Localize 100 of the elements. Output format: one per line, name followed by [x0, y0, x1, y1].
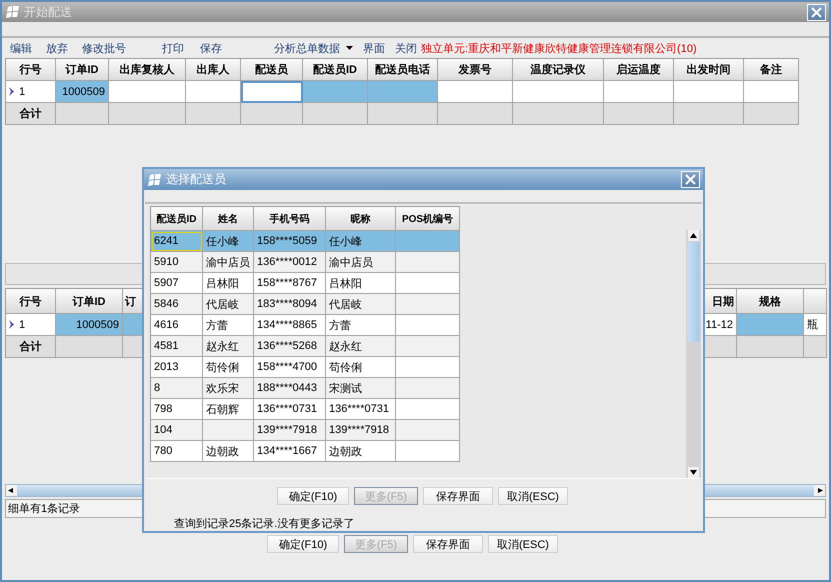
toolbar-button[interactable]: 分析总单数据 [274, 40, 353, 56]
table-cell[interactable] [396, 420, 460, 441]
table-cell[interactable] [396, 378, 460, 399]
dialog-button[interactable]: 确定(F10) [267, 535, 339, 553]
table-cell[interactable]: 苟伶俐 [203, 357, 254, 378]
table-cell[interactable] [203, 420, 254, 441]
table-cell[interactable] [396, 231, 460, 252]
table-cell[interactable] [396, 399, 460, 420]
column-header[interactable]: 昵称 [326, 207, 396, 231]
toolbar-button[interactable]: 界面 [363, 40, 385, 56]
table-cell[interactable]: 边朝政 [326, 441, 396, 462]
table-cell[interactable]: 136****0012 [254, 252, 326, 273]
toolbar-button[interactable]: 打印 [162, 40, 184, 56]
table-cell[interactable]: 4616 [151, 315, 203, 336]
table-cell[interactable]: 任小峰 [326, 231, 396, 252]
toolbar-button[interactable]: 放弃 [46, 40, 68, 56]
table-cell[interactable]: 宋测试 [326, 378, 396, 399]
dialog-button[interactable]: 确定(F10) [277, 487, 349, 505]
table-cell[interactable]: 8 [151, 378, 203, 399]
table-cell[interactable] [396, 273, 460, 294]
dialog-button[interactable]: 取消(ESC) [498, 487, 568, 505]
table-cell[interactable]: 158****4700 [254, 357, 326, 378]
column-header[interactable]: 手机号码 [254, 207, 326, 231]
column-header[interactable]: 发票号 [438, 59, 513, 81]
table-cell[interactable]: 吕林阳 [326, 273, 396, 294]
table-cell[interactable]: 2013 [151, 357, 203, 378]
notice-text: 独立单元:重庆和平新健康欣特健康管理连锁有限公司(10) [421, 42, 697, 56]
dialog-button[interactable]: 取消(ESC) [488, 535, 558, 553]
table-cell[interactable]: 158****8767 [254, 273, 326, 294]
column-header[interactable]: POS机编号 [396, 207, 460, 231]
dialog-button[interactable]: 保存界面 [423, 487, 493, 505]
table-cell[interactable]: 5846 [151, 294, 203, 315]
table-cell[interactable]: 139****7918 [326, 420, 396, 441]
table-cell[interactable]: 赵永红 [203, 336, 254, 357]
table-cell[interactable]: 任小峰 [203, 231, 254, 252]
table-cell[interactable] [396, 357, 460, 378]
table-cell[interactable]: 798 [151, 399, 203, 420]
table-cell[interactable]: 136****5268 [254, 336, 326, 357]
table-cell[interactable]: 136****0731 [326, 399, 396, 420]
table-cell[interactable]: 边朝政 [203, 441, 254, 462]
vertical-scrollbar[interactable] [686, 230, 701, 478]
table-cell [804, 336, 827, 358]
column-header[interactable]: 启运温度 [604, 59, 674, 81]
table-cell[interactable]: 134****8865 [254, 315, 326, 336]
table-cell[interactable]: 158****5059 [254, 231, 326, 252]
table-cell[interactable]: 石朝辉 [203, 399, 254, 420]
close-button[interactable] [681, 171, 700, 188]
table-cell[interactable]: 方蕾 [203, 315, 254, 336]
column-header[interactable]: 行号 [6, 59, 56, 81]
table-cell[interactable]: 183****8094 [254, 294, 326, 315]
column-header[interactable]: 行号 [6, 289, 56, 314]
table-cell[interactable]: 4581 [151, 336, 203, 357]
toolbar-button[interactable]: 关闭 [395, 40, 417, 56]
table-cell[interactable]: 渝中店员 [326, 252, 396, 273]
table-cell[interactable] [396, 441, 460, 462]
toolbar-button[interactable]: 修改批号 [82, 40, 126, 56]
table-cell[interactable]: 代居岐 [326, 294, 396, 315]
column-header[interactable]: 配送员ID [151, 207, 203, 231]
column-header[interactable]: 规格 [737, 289, 804, 314]
table-cell[interactable]: 188****0443 [254, 378, 326, 399]
column-header[interactable]: 订单ID [56, 59, 109, 81]
table-cell[interactable]: 5907 [151, 273, 203, 294]
toolbar-button[interactable]: 编辑 [10, 40, 32, 56]
table-cell[interactable]: 6241 [151, 231, 203, 252]
scroll-left-icon[interactable] [8, 488, 15, 493]
scroll-right-icon[interactable] [816, 488, 823, 493]
toolbar-button[interactable]: 保存 [200, 40, 222, 56]
scroll-up-icon[interactable] [690, 233, 697, 238]
table-cell[interactable]: 134****1667 [254, 441, 326, 462]
table-cell[interactable]: 欢乐宋 [203, 378, 254, 399]
dropdown-caret-icon[interactable] [346, 46, 353, 50]
column-header[interactable]: 配送员 [241, 59, 303, 81]
table-cell[interactable]: 赵永红 [326, 336, 396, 357]
column-header[interactable]: 姓名 [203, 207, 254, 231]
column-header[interactable]: 配送员ID [303, 59, 368, 81]
column-header[interactable]: 出库人 [186, 59, 241, 81]
column-header[interactable]: 配送员电话 [368, 59, 438, 81]
table-cell[interactable]: 139****7918 [254, 420, 326, 441]
table-cell[interactable] [396, 252, 460, 273]
table-cell[interactable]: 渝中店员 [203, 252, 254, 273]
table-cell[interactable] [396, 294, 460, 315]
table-cell[interactable]: 136****0731 [254, 399, 326, 420]
table-cell[interactable]: 780 [151, 441, 203, 462]
scroll-down-icon[interactable] [690, 470, 697, 475]
column-header[interactable]: 订单ID [56, 289, 123, 314]
column-header[interactable]: 备注 [744, 59, 799, 81]
table-cell[interactable]: 方蕾 [326, 315, 396, 336]
table-cell[interactable]: 5910 [151, 252, 203, 273]
table-cell[interactable]: 苟伶俐 [326, 357, 396, 378]
dialog-button[interactable]: 保存界面 [413, 535, 483, 553]
table-cell[interactable] [396, 336, 460, 357]
table-cell[interactable]: 吕林阳 [203, 273, 254, 294]
table-cell[interactable] [396, 315, 460, 336]
column-header[interactable]: 出发时间 [674, 59, 744, 81]
table-cell[interactable]: 104 [151, 420, 203, 441]
table-cell[interactable]: 代居岐 [203, 294, 254, 315]
column-header[interactable] [804, 289, 827, 314]
column-header[interactable]: 温度记录仪 [513, 59, 604, 81]
close-button[interactable] [807, 4, 826, 20]
column-header[interactable]: 出库复核人 [109, 59, 186, 81]
